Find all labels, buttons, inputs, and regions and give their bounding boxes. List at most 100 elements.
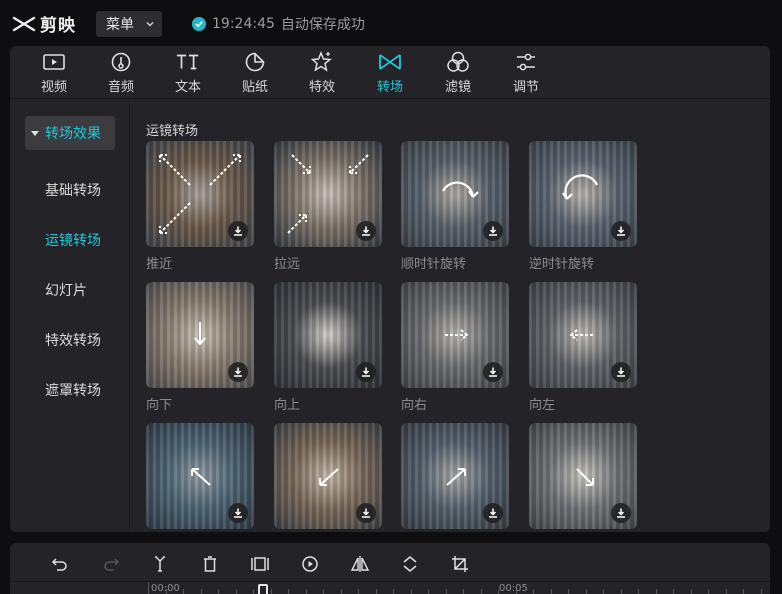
transition-label: 推近 [146, 257, 173, 272]
ruler-tick [603, 589, 604, 594]
tab-effects[interactable]: 特效 [299, 51, 345, 97]
transition-thumbnail[interactable] [529, 423, 637, 529]
menu-label: 菜单 [106, 17, 134, 33]
download-icon[interactable] [228, 503, 248, 523]
transition-thumbnail[interactable] [274, 282, 382, 388]
menu-dropdown[interactable]: 菜单 [96, 11, 162, 37]
tab-transition[interactable]: 转场 [367, 51, 413, 97]
transition-thumbnail[interactable] [146, 141, 254, 247]
transition-card[interactable]: 向下 [146, 282, 254, 413]
tab-label: 文本 [174, 80, 201, 95]
undo-icon[interactable] [49, 553, 71, 575]
transition-thumbnail[interactable] [401, 141, 509, 247]
transition-thumbnail[interactable] [146, 282, 254, 388]
effects-icon [309, 51, 335, 73]
ruler-tick [201, 589, 202, 594]
transition-card[interactable]: 向上 [274, 282, 382, 413]
split-icon[interactable] [149, 553, 171, 575]
transition-card[interactable]: 向左 [529, 282, 637, 413]
crop-icon[interactable] [449, 553, 471, 575]
play-icon[interactable] [299, 553, 321, 575]
redo-icon[interactable] [100, 553, 122, 575]
timeline-ruler[interactable]: 00:00 00:05 [10, 581, 770, 594]
capcut-logo-icon [12, 16, 36, 31]
delete-icon[interactable] [199, 553, 221, 575]
tab-filter[interactable]: 滤镜 [435, 51, 481, 97]
ruler-tick [551, 589, 552, 594]
transition-thumbnail[interactable] [529, 141, 637, 247]
download-icon[interactable] [228, 221, 248, 241]
download-icon[interactable] [228, 362, 248, 382]
timeline-toolbar: 00:00 00:05 [10, 543, 770, 594]
ruler-tick [446, 589, 447, 594]
sidebar-item-camera[interactable]: 运镜转场 [45, 230, 101, 250]
ruler-tick [533, 589, 534, 594]
download-icon[interactable] [483, 221, 503, 241]
ruler-tick [726, 589, 727, 594]
transition-thumbnail[interactable] [401, 282, 509, 388]
section-title: 运镜转场 [146, 124, 199, 139]
check-icon [192, 17, 206, 31]
tab-text[interactable]: 文本 [165, 51, 211, 97]
ruler-tick [218, 589, 219, 594]
transition-card[interactable] [274, 423, 382, 532]
download-icon[interactable] [356, 503, 376, 523]
ruler-tick [568, 589, 569, 594]
transition-card[interactable]: 向右 [401, 282, 509, 413]
sidebar-item-effect[interactable]: 特效转场 [45, 330, 101, 350]
tab-sticker[interactable]: 贴纸 [232, 51, 278, 97]
ruler-tick [148, 582, 149, 594]
autosave-text: 自动保存成功 [280, 17, 365, 33]
transition-card[interactable]: 顺时针旋转 [401, 141, 509, 272]
download-icon[interactable] [611, 221, 631, 241]
ruler-tick [288, 589, 289, 594]
transition-card[interactable] [529, 423, 637, 532]
ruler-tick [393, 589, 394, 594]
transition-thumbnail[interactable] [529, 282, 637, 388]
transition-label: 向右 [401, 398, 428, 413]
ruler-tick [691, 589, 692, 594]
transition-card[interactable]: 推近 [146, 141, 254, 272]
transition-card[interactable]: 拉远 [274, 141, 382, 272]
download-icon[interactable] [356, 221, 376, 241]
ruler-tick [743, 589, 744, 594]
tab-video[interactable]: 视频 [31, 51, 77, 97]
mirror-icon[interactable] [349, 553, 371, 575]
ruler-tick [481, 589, 482, 594]
chevron-down-icon [146, 21, 154, 27]
download-icon[interactable] [611, 503, 631, 523]
tab-label: 特效 [308, 80, 335, 95]
tab-adjust[interactable]: 调节 [503, 51, 549, 97]
transition-card[interactable] [146, 423, 254, 532]
sidebar-header-transition-effects[interactable]: 转场效果 [25, 116, 115, 150]
transition-card[interactable] [401, 423, 509, 532]
download-icon[interactable] [483, 503, 503, 523]
sidebar-item-slideshow[interactable]: 幻灯片 [45, 280, 87, 300]
transition-thumbnail[interactable] [401, 423, 509, 529]
ruler-tick [411, 589, 412, 594]
download-icon[interactable] [611, 362, 631, 382]
sticker-icon [242, 51, 268, 73]
freeze-icon[interactable] [249, 553, 271, 575]
ruler-tick [708, 589, 709, 594]
download-icon[interactable] [483, 362, 503, 382]
ruler-tick [341, 589, 342, 594]
transition-thumbnail[interactable] [274, 423, 382, 529]
ruler-tick [376, 589, 377, 594]
transition-thumbnail[interactable] [146, 423, 254, 529]
playhead[interactable] [258, 584, 268, 594]
time-label-mark: 00:05 [499, 583, 528, 594]
transition-label: 拉远 [274, 257, 301, 272]
transition-card[interactable]: 逆时针旋转 [529, 141, 637, 272]
autosave-time: 19:24:45 [212, 16, 275, 32]
sidebar-item-basic[interactable]: 基础转场 [45, 180, 101, 200]
tab-audio[interactable]: 音频 [98, 51, 144, 97]
transition-thumbnail[interactable] [274, 141, 382, 247]
transition-label: 向左 [529, 398, 556, 413]
rotate-icon[interactable] [399, 553, 421, 575]
ruler-tick [183, 589, 184, 594]
ruler-tick [638, 589, 639, 594]
tab-label: 音频 [107, 80, 134, 95]
sidebar-item-mask[interactable]: 遮罩转场 [45, 380, 101, 400]
download-icon[interactable] [356, 362, 376, 382]
